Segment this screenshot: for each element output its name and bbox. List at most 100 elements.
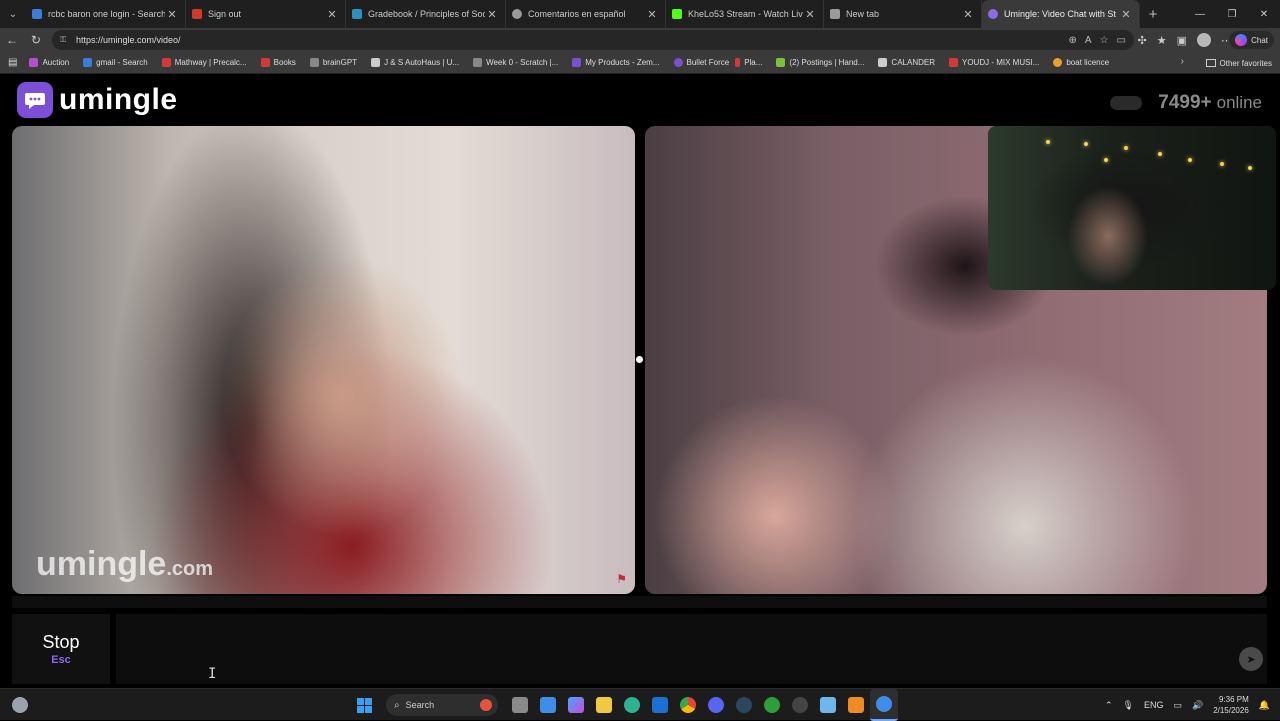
tab-favicon-icon — [988, 9, 998, 19]
profile-avatar[interactable] — [1197, 33, 1211, 47]
new-tab-icon[interactable]: + — [1140, 6, 1166, 23]
tab-close-icon[interactable]: ✕ — [961, 8, 975, 21]
bookmark-label: YOUDJ - MIX MUSI... — [962, 58, 1040, 67]
message-box: ➤ — [116, 614, 1267, 684]
collections-icon[interactable]: ▣ — [1177, 34, 1187, 47]
tab-kick-stream[interactable]: KheLo53 Stream - Watch Live on K ✕ — [666, 0, 824, 28]
clock[interactable]: 9:36 PM 2/15/2026 — [1213, 694, 1249, 716]
tab-close-icon[interactable]: ✕ — [165, 8, 179, 21]
umingle-page: umingle 7499+ online umingle.com ⚑ Stop … — [0, 74, 1280, 686]
bookmark-gmail-search[interactable]: gmail - Search — [83, 58, 148, 67]
stop-shortcut: Esc — [51, 654, 71, 666]
bookmark-pla[interactable]: Pla... — [735, 58, 762, 67]
stop-button[interactable]: Stop Esc — [12, 614, 110, 684]
close-window-icon[interactable]: ✕ — [1248, 0, 1280, 28]
back-arrow-icon[interactable]: ← — [0, 28, 24, 52]
minimize-icon[interactable]: — — [1184, 0, 1216, 28]
logo-text: umingle — [59, 83, 178, 116]
bookmark-youdj[interactable]: YOUDJ - MIX MUSI... — [949, 58, 1039, 67]
bookmark-label: Pla... — [744, 58, 763, 67]
tab-title: rcbc baron one login - Search — [48, 9, 165, 19]
file-explorer-button[interactable] — [590, 689, 618, 721]
microphone-icon[interactable]: 🎙 — [1123, 700, 1134, 711]
task-view-button[interactable] — [506, 689, 534, 721]
tab-new-tab[interactable]: New tab ✕ — [824, 0, 982, 28]
tab-title: KheLo53 Stream - Watch Live on K — [688, 9, 803, 19]
settings-toggle[interactable] — [1110, 96, 1143, 110]
tab-rcbc-search[interactable]: rcbc baron one login - Search ✕ — [26, 0, 186, 28]
steam-button[interactable] — [730, 689, 758, 721]
xbox-button[interactable] — [758, 689, 786, 721]
tab-gradebook[interactable]: Gradebook / Principles of Sociolo ✕ — [346, 0, 506, 28]
tab-close-icon[interactable]: ✕ — [485, 8, 499, 21]
bookmark-postings[interactable]: (2) Postings | Hand... — [776, 58, 864, 67]
outlook-button[interactable] — [646, 689, 674, 721]
tab-comentarios[interactable]: Comentarios en español ✕ — [506, 0, 666, 28]
site-info-icon[interactable]: ⚿ — [60, 35, 70, 45]
notification-bell-icon[interactable]: 🔔 — [1259, 700, 1270, 711]
bookmarks-overflow-chevron-icon[interactable]: › — [1181, 56, 1184, 67]
bookmark-bullet-force[interactable]: Bullet Force — [673, 58, 729, 67]
split-screen-icon[interactable]: ▭ — [1117, 35, 1126, 46]
extensions-icon[interactable]: ✣ — [1138, 34, 1147, 47]
bookmark-scratch[interactable]: Week 0 - Scratch |... — [473, 58, 558, 67]
other-favorites-folder[interactable]: Other favorites — [1205, 52, 1272, 74]
site-logo[interactable]: umingle — [17, 82, 178, 118]
bookmark-my-products[interactable]: My Products - Zem... — [572, 58, 660, 67]
tab-sign-out[interactable]: Sign out ✕ — [186, 0, 346, 28]
bookmark-js-autohaus[interactable]: J & S AutoHaus | U... — [371, 58, 459, 67]
edge-button[interactable] — [618, 689, 646, 721]
copilot-button[interactable] — [562, 689, 590, 721]
notepad-icon — [820, 697, 836, 713]
obs-button[interactable] — [786, 689, 814, 721]
bookmark-favicon-icon — [1053, 58, 1063, 67]
language-indicator[interactable]: ENG — [1144, 700, 1164, 710]
bookmark-auction[interactable]: Auction — [29, 58, 69, 67]
microsoft-store-button[interactable] — [534, 689, 562, 721]
chrome-button[interactable] — [674, 689, 702, 721]
send-button[interactable]: ➤ — [1239, 647, 1263, 671]
bookmark-mathway[interactable]: Mathway | Precalc... — [161, 58, 247, 67]
taskbar-search[interactable]: ⌕ Search — [386, 694, 498, 716]
tab-umingle[interactable]: Umingle: Video Chat with St ✕ — [982, 0, 1140, 28]
favorites-icon[interactable]: ★ — [1157, 34, 1167, 47]
fl-studio-button[interactable] — [842, 689, 870, 721]
video-split-handle[interactable] — [636, 356, 643, 363]
system-tray: ⌃ 🎙 ENG ▭ 🔊 9:36 PM 2/15/2026 🔔 — [1105, 689, 1270, 721]
tab-close-icon[interactable]: ✕ — [325, 8, 339, 21]
bookmark-favicon-icon — [260, 58, 270, 67]
watermark-text: umingle — [36, 545, 167, 583]
start-button[interactable] — [350, 689, 378, 721]
bookmark-calander[interactable]: CALANDER — [878, 58, 935, 67]
bookmark-label: gmail - Search — [96, 58, 148, 67]
volume-icon[interactable]: 🔊 — [1192, 700, 1203, 711]
bookmark-boat-licence[interactable]: boat licence — [1053, 58, 1109, 67]
discord-button[interactable] — [702, 689, 730, 721]
stop-label: Stop — [42, 632, 80, 652]
tab-close-icon[interactable]: ✕ — [1119, 8, 1133, 21]
notepad-button[interactable] — [814, 689, 842, 721]
bookmarks-menu-icon[interactable]: ▤ — [8, 57, 17, 68]
tab-close-icon[interactable]: ✕ — [645, 8, 659, 21]
copilot-chat-button[interactable]: Chat — [1229, 31, 1274, 49]
message-input[interactable] — [116, 614, 1267, 684]
network-icon[interactable]: ▭ — [1173, 700, 1182, 711]
reload-icon[interactable]: ↻ — [24, 28, 48, 52]
tab-title: Comentarios en español — [528, 9, 626, 19]
zoom-icon[interactable]: ⊕ — [1069, 35, 1077, 46]
tab-list-menu-icon[interactable]: ⌄ — [0, 0, 26, 28]
text-cursor-icon: I — [208, 666, 217, 682]
bookmark-braingpt[interactable]: brainGPT — [309, 58, 357, 67]
read-aloud-icon[interactable]: A — [1085, 35, 1092, 46]
bookmark-favicon-icon — [735, 58, 741, 67]
favorite-star-icon[interactable]: ☆ — [1100, 35, 1109, 46]
address-bar[interactable]: ⚿ https://umingle.com/video/ ⊕ A ☆ ▭ — [52, 30, 1134, 50]
bookmark-label: boat licence — [1066, 58, 1110, 67]
weather-widget-icon[interactable] — [12, 697, 28, 713]
active-browser-button[interactable] — [870, 689, 898, 721]
report-flag-icon[interactable]: ⚑ — [616, 572, 627, 586]
restore-icon[interactable]: ❐ — [1216, 0, 1248, 28]
bookmark-books[interactable]: Books — [260, 58, 296, 67]
tab-close-icon[interactable]: ✕ — [803, 8, 817, 21]
tray-overflow-icon[interactable]: ⌃ — [1105, 700, 1113, 711]
